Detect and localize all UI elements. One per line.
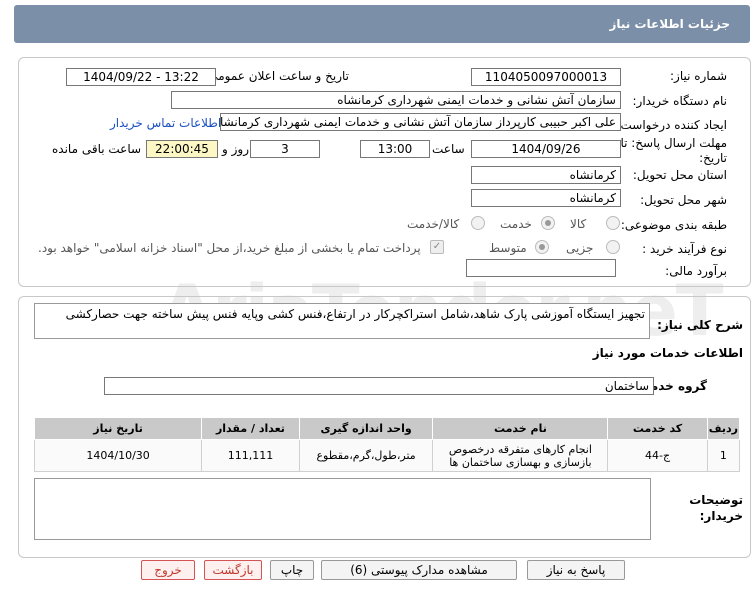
buyer-contact-link[interactable]: اطلاعات تماس خریدار <box>110 116 221 130</box>
reply-button[interactable]: پاسخ به نیاز <box>527 560 625 580</box>
province-field: کرمانشاه <box>471 166 621 184</box>
col-date: تاریخ نیاز <box>33 417 203 440</box>
estimate-label: برآورد مالی: <box>665 264 727 278</box>
buyer-notes-label: توضیحات خریدار: <box>689 493 743 523</box>
col-name: نام خدمت <box>432 417 609 440</box>
col-qty: تعداد / مقدار <box>201 417 300 440</box>
col-row: ردیف <box>706 417 741 440</box>
announce-date-field: 1404/09/22 - 13:22 <box>66 68 216 86</box>
buyer-org-label: نام دستگاه خریدار: <box>632 94 728 108</box>
deadline-date-field: 1404/09/26 <box>471 140 621 158</box>
treasury-note: پرداخت تمام یا بخشی از مبلغ خرید،از محل … <box>38 241 421 255</box>
service-group-field: ساختمان <box>104 377 654 395</box>
process-minor-label: جزیی <box>566 241 594 255</box>
treasury-checkbox[interactable]: ✓ <box>430 240 444 254</box>
cell-name: انجام کارهای متفرقه درخصوص بازسازی و بهس… <box>432 439 609 472</box>
exit-button[interactable]: خروج <box>141 560 195 580</box>
remaining-label: ساعت باقی مانده <box>52 142 142 156</box>
days-field: 3 <box>250 140 320 158</box>
cell-row: 1 <box>706 439 741 472</box>
back-button[interactable]: بازگشت <box>204 560 262 580</box>
category-label: طبقه بندی موضوعی: <box>620 218 727 232</box>
process-label: نوع فرآیند خرید : <box>642 242 727 256</box>
process-medium-radio[interactable] <box>535 240 549 254</box>
description-field: تجهیز ایستگاه آموزشی پارک شاهد،شامل استر… <box>34 303 650 339</box>
col-unit: واحد اندازه گیری <box>298 417 434 440</box>
category-service-radio[interactable] <box>541 216 555 230</box>
estimate-field[interactable] <box>466 259 616 277</box>
print-button[interactable]: چاپ <box>270 560 314 580</box>
city-field: کرمانشاه <box>471 189 621 207</box>
process-medium-label: متوسط <box>489 241 527 255</box>
deadline-time-label: ساعت <box>432 142 465 156</box>
table-row: 1 ج-44 انجام کارهای متفرقه درخصوص بازساز… <box>33 439 741 472</box>
process-minor-radio[interactable] <box>606 240 620 254</box>
description-label: شرح کلی نیاز: <box>657 318 743 332</box>
need-number-field: 1104050097000013 <box>471 68 621 86</box>
deadline-time-field: 13:00 <box>360 140 430 158</box>
category-goods-radio[interactable] <box>606 216 620 230</box>
days-label: روز و <box>222 142 249 156</box>
category-goods-label: کالا <box>570 217 587 231</box>
category-both-label: کالا/خدمت <box>407 217 460 231</box>
cell-date: 1404/10/30 <box>33 439 203 472</box>
page-header: جزئیات اطلاعات نیاز <box>14 5 750 43</box>
province-label: استان محل تحویل: <box>632 168 727 182</box>
view-attachments-button[interactable]: مشاهده مدارک پیوستی (6) <box>321 560 517 580</box>
category-both-radio[interactable] <box>471 216 485 230</box>
services-table: ردیف کد خدمت نام خدمت واحد اندازه گیری ت… <box>33 417 741 472</box>
need-number-label: شماره نیاز: <box>670 69 727 83</box>
services-section-title: اطلاعات خدمات مورد نیاز <box>592 346 743 360</box>
announce-date-label: تاریخ و ساعت اعلان عمومی: <box>204 69 349 83</box>
cell-code: ج-44 <box>607 439 708 472</box>
cell-qty: 111,111 <box>201 439 300 472</box>
col-code: کد خدمت <box>607 417 708 440</box>
category-service-label: خدمت <box>500 217 532 231</box>
city-label: شهر محل تحویل: <box>640 193 727 207</box>
creator-field: علی اکبر حبیبی کارپرداز سازمان آتش نشانی… <box>220 113 621 131</box>
deadline-label: مهلت ارسال پاسخ: تا تاریخ: <box>620 136 727 165</box>
table-header-row: ردیف کد خدمت نام خدمت واحد اندازه گیری ت… <box>33 417 741 440</box>
buyer-notes-field <box>34 478 651 540</box>
page-title: جزئیات اطلاعات نیاز <box>609 17 730 31</box>
buyer-org-field: سازمان آتش نشانی و خدمات ایمنی شهرداری ک… <box>171 91 621 109</box>
creator-label: ایجاد کننده درخواست: <box>616 118 727 132</box>
cell-unit: متر،طول،گرم،مقطوع <box>298 439 434 472</box>
remaining-time-field: 22:00:45 <box>146 140 218 158</box>
